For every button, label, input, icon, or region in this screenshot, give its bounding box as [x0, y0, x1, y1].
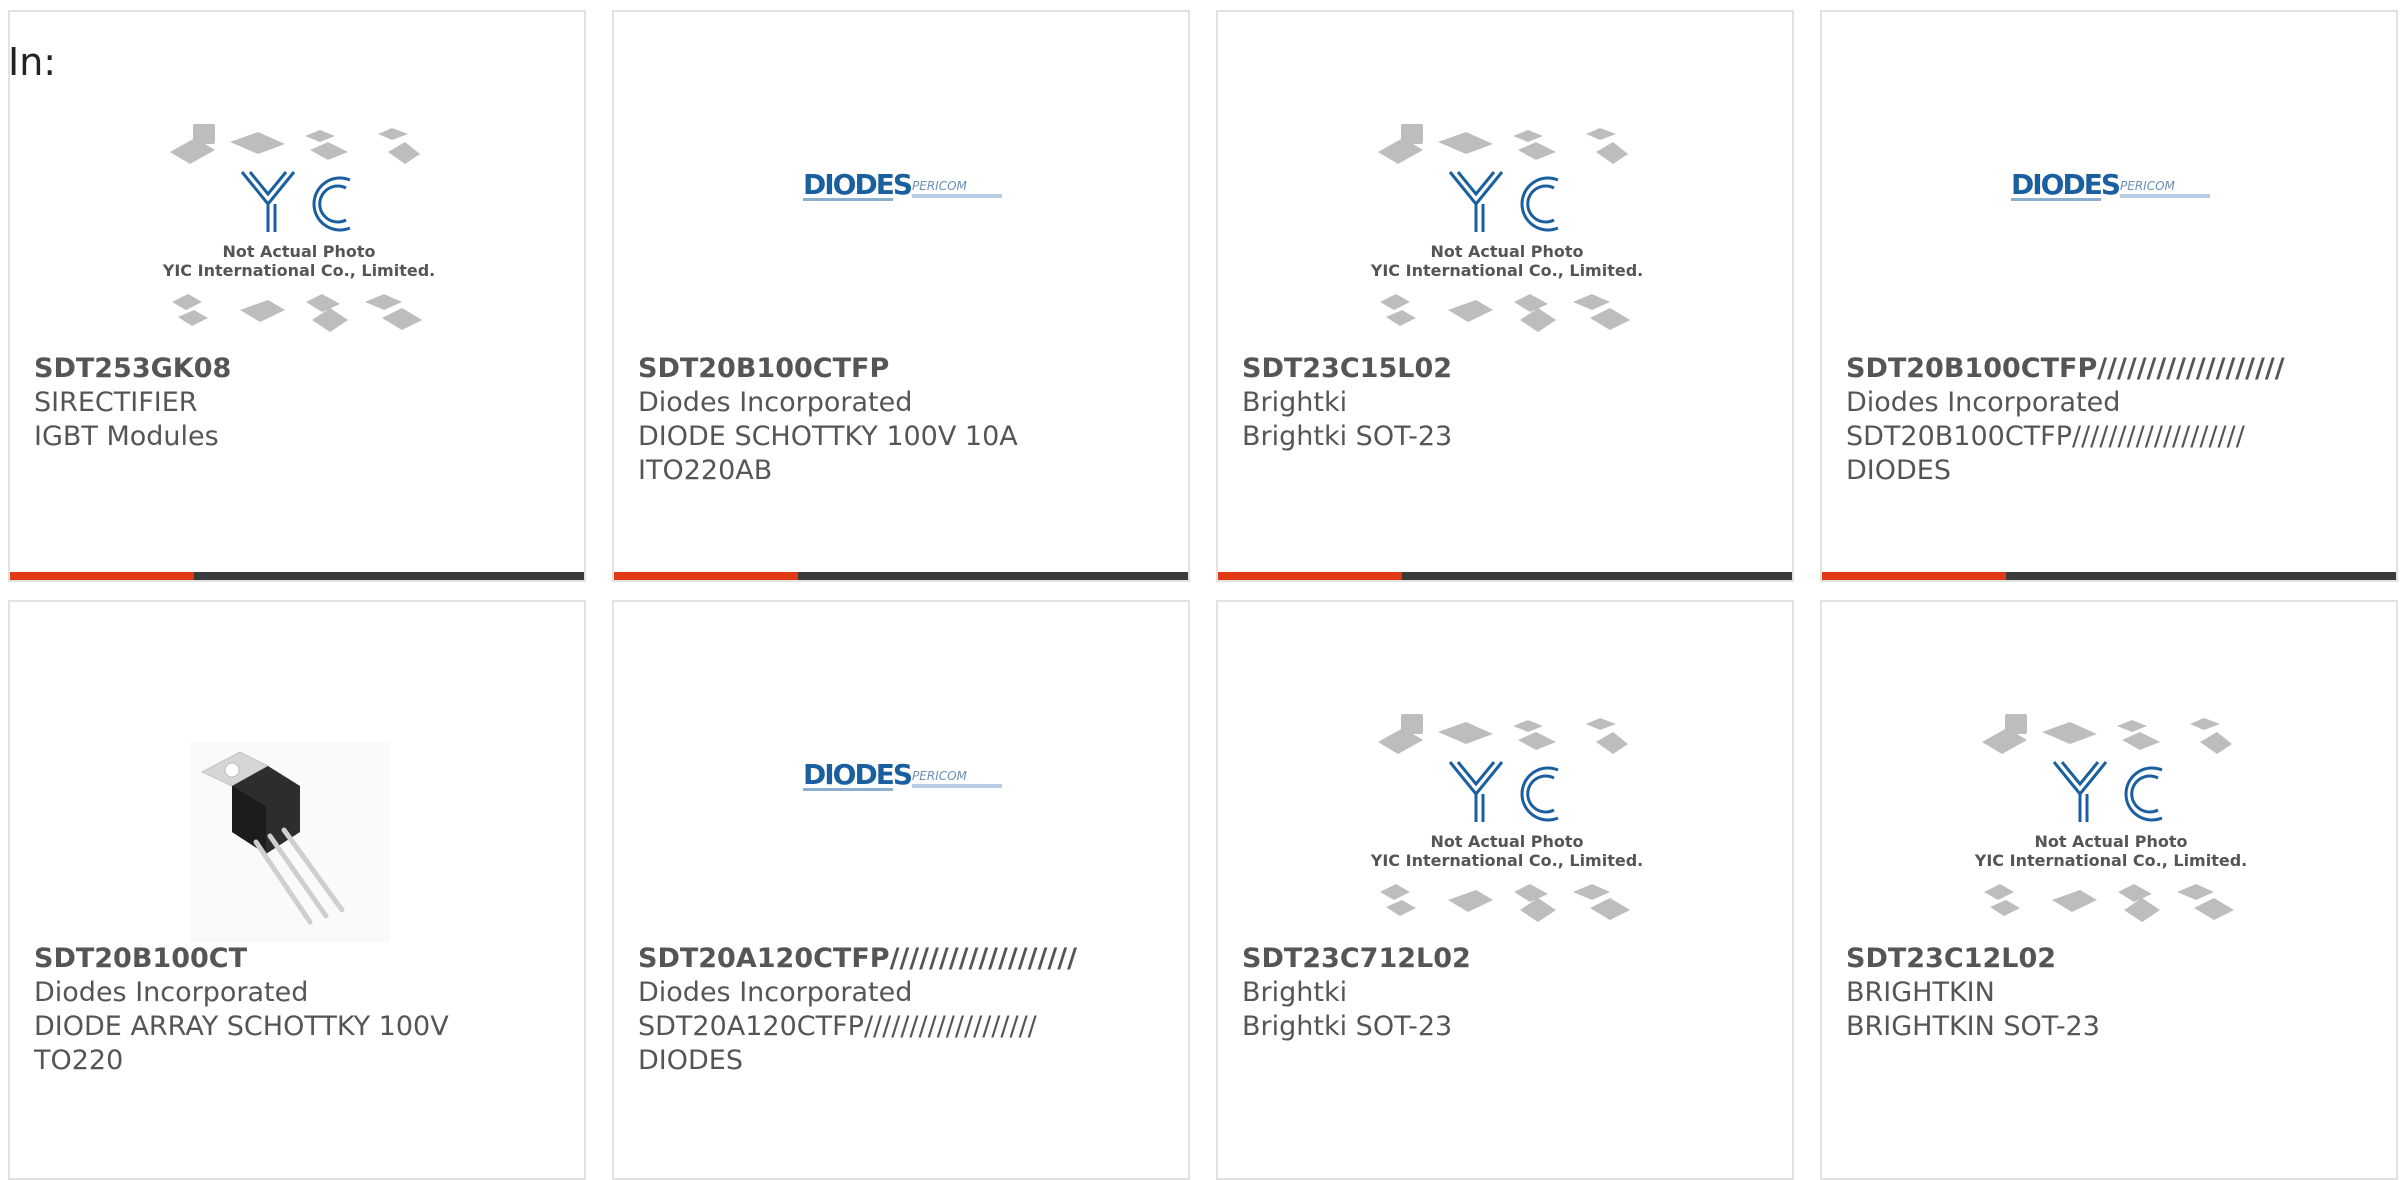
manufacturer-logo: DIODES PERICOM [614, 682, 1188, 942]
product-info: SDT20A120CTFP/////////////////// Diodes … [638, 942, 1188, 1078]
card-accent-bar [1218, 572, 1402, 580]
product-image-placeholder: Not Actual Photo YIC International Co., … [1822, 682, 2396, 942]
pericom-logo-text: PERICOM [2120, 179, 2176, 193]
description: SDT20B100CTFP/////////////////// DIODES [1846, 421, 2245, 486]
placeholder-line2: YIC International Co., Limited. [1370, 261, 1643, 280]
card-accent-bar [614, 572, 798, 580]
description: Brightki SOT-23 [1242, 1011, 1453, 1042]
product-card[interactable]: Not Actual Photo YIC International Co., … [8, 10, 586, 582]
product-image-placeholder: Not Actual Photo YIC International Co., … [1218, 92, 1792, 352]
product-card[interactable]: Not Actual Photo YIC International Co., … [1216, 10, 1794, 582]
description: SDT20A120CTFP/////////////////// DIODES [638, 1011, 1037, 1076]
product-info: SDT23C12L02 BRIGHTKIN BRIGHTKIN SOT-23 [1846, 942, 2396, 1044]
part-number[interactable]: SDT23C15L02 [1242, 352, 1792, 386]
product-image-placeholder: Not Actual Photo YIC International Co., … [10, 92, 584, 352]
card-footer-bar [614, 572, 1188, 580]
manufacturer: SIRECTIFIER [34, 387, 198, 418]
manufacturer-logo: DIODES PERICOM [614, 92, 1188, 352]
product-info: SDT20B100CTFP/////////////////// Diodes … [1846, 352, 2396, 488]
manufacturer: BRIGHTKIN [1846, 977, 1995, 1008]
part-number[interactable]: SDT23C12L02 [1846, 942, 2396, 976]
placeholder-line2: YIC International Co., Limited. [1370, 851, 1643, 870]
product-card[interactable]: Not Actual Photo YIC International Co., … [1216, 600, 1794, 1180]
card-accent-bar [10, 572, 194, 580]
product-photo-to220 [10, 682, 584, 942]
manufacturer: Diodes Incorporated [1846, 387, 2121, 418]
part-number[interactable]: SDT20B100CTFP [638, 352, 1188, 386]
description: BRIGHTKIN SOT-23 [1846, 1011, 2100, 1042]
product-info: SDT253GK08 SIRECTIFIER IGBT Modules [34, 352, 584, 454]
manufacturer: Diodes Incorporated [34, 977, 309, 1008]
diodes-logo-text: DIODES [2011, 168, 2120, 201]
diodes-logo-text: DIODES [803, 758, 912, 791]
product-info: SDT20B100CTFP Diodes Incorporated DIODE … [638, 352, 1188, 488]
card-footer-bar [1218, 572, 1792, 580]
placeholder-line1: Not Actual Photo [2034, 832, 2187, 851]
placeholder-line1: Not Actual Photo [1430, 832, 1583, 851]
pericom-logo-text: PERICOM [912, 769, 968, 783]
description: DIODE ARRAY SCHOTTKY 100V TO220 [34, 1011, 449, 1076]
placeholder-line2: YIC International Co., Limited. [1974, 851, 2247, 870]
diodes-logo-text: DIODES [803, 168, 912, 201]
manufacturer: Brightki [1242, 387, 1348, 418]
placeholder-line1: Not Actual Photo [1430, 242, 1583, 261]
card-footer-bar [1822, 572, 2396, 580]
part-number[interactable]: SDT20A120CTFP/////////////////// [638, 942, 1188, 976]
product-card[interactable]: SDT20B100CT Diodes Incorporated DIODE AR… [8, 600, 586, 1180]
product-info: SDT23C15L02 Brightki Brightki SOT-23 [1242, 352, 1792, 454]
product-image-placeholder: Not Actual Photo YIC International Co., … [1218, 682, 1792, 942]
product-info: SDT20B100CT Diodes Incorporated DIODE AR… [34, 942, 584, 1078]
placeholder-line2: YIC International Co., Limited. [162, 261, 435, 280]
description: DIODE SCHOTTKY 100V 10A ITO220AB [638, 421, 1018, 486]
product-card[interactable]: DIODES PERICOM SDT20B100CTFP////////////… [1820, 10, 2398, 582]
manufacturer: Diodes Incorporated [638, 387, 913, 418]
part-number[interactable]: SDT253GK08 [34, 352, 584, 386]
pericom-logo-text: PERICOM [912, 179, 968, 193]
card-footer-bar [10, 572, 584, 580]
product-info: SDT23C712L02 Brightki Brightki SOT-23 [1242, 942, 1792, 1044]
description: Brightki SOT-23 [1242, 421, 1453, 452]
card-accent-bar [1822, 572, 2006, 580]
part-number[interactable]: SDT20B100CTFP/////////////////// [1846, 352, 2396, 386]
product-grid: Not Actual Photo YIC International Co., … [0, 0, 2400, 1180]
part-number[interactable]: SDT20B100CT [34, 942, 584, 976]
manufacturer: Diodes Incorporated [638, 977, 913, 1008]
page-label: In: [8, 40, 57, 84]
part-number[interactable]: SDT23C712L02 [1242, 942, 1792, 976]
manufacturer-logo: DIODES PERICOM [1822, 92, 2396, 352]
description: IGBT Modules [34, 421, 219, 452]
product-card[interactable]: DIODES PERICOM SDT20B100CTFP Diodes Inco… [612, 10, 1190, 582]
product-card[interactable]: DIODES PERICOM SDT20A120CTFP////////////… [612, 600, 1190, 1180]
placeholder-line1: Not Actual Photo [222, 242, 375, 261]
product-card[interactable]: Not Actual Photo YIC International Co., … [1820, 600, 2398, 1180]
manufacturer: Brightki [1242, 977, 1348, 1008]
